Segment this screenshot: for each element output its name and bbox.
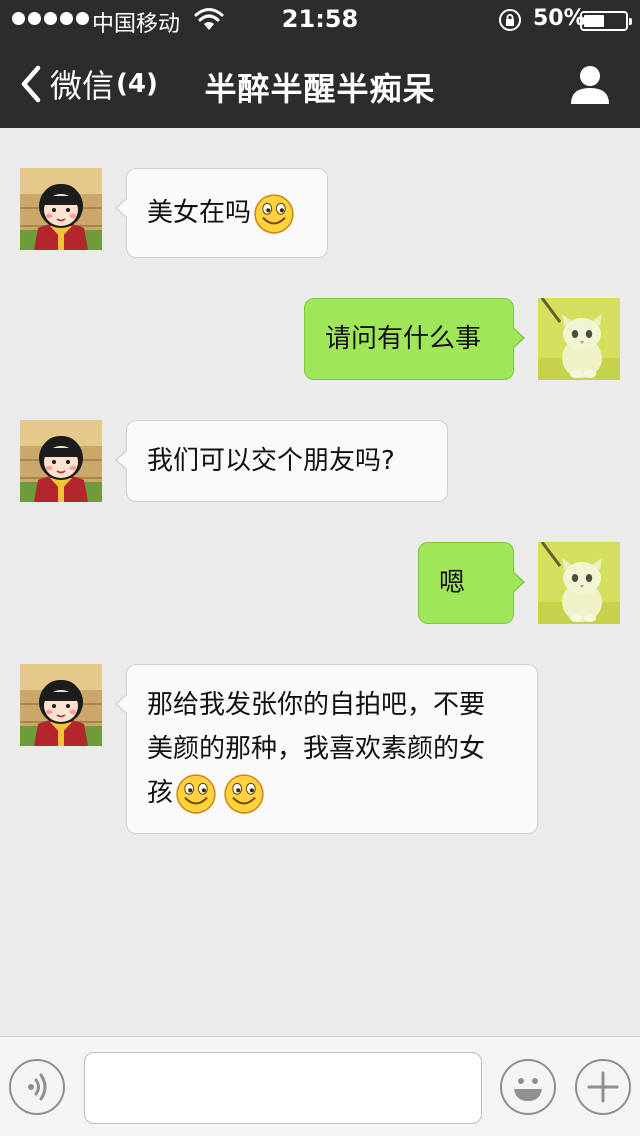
- back-button[interactable]: 微信 (4): [16, 60, 158, 108]
- smiley-emoji-icon: [253, 193, 295, 235]
- rotation-lock-icon: [499, 9, 521, 31]
- message-text: 我们可以交个朋友吗?: [147, 446, 395, 476]
- message-text-line: 美颜的那种，我喜欢素颜的女: [147, 734, 486, 764]
- voice-button[interactable]: [9, 1059, 65, 1115]
- message-list[interactable]: 美女在吗 请问有什么事 我们可以交个朋友吗? 嗯 那给我发张你的自拍吧，不要 美…: [0, 128, 640, 1036]
- plus-icon: [587, 1071, 619, 1103]
- input-bar: [0, 1036, 640, 1136]
- top-bar: 中国移动 21:58 50% 微信 (4) 半醉半醒半痴呆: [0, 0, 640, 128]
- person-icon[interactable]: [568, 62, 612, 106]
- smiley-emoji-icon: [223, 773, 265, 815]
- contact-avatar[interactable]: [20, 168, 102, 250]
- message-input[interactable]: [84, 1052, 482, 1124]
- back-label: 微信: [50, 67, 115, 105]
- my-avatar[interactable]: [538, 298, 620, 380]
- contact-avatar[interactable]: [20, 664, 102, 746]
- message-text-line: 那给我发张你的自拍吧，不要: [147, 690, 486, 720]
- message-bubble[interactable]: 美女在吗: [115, 168, 328, 258]
- chat-screen: 中国移动 21:58 50% 微信 (4) 半醉半醒半痴呆 美女在吗 请问有什么…: [0, 0, 640, 1136]
- battery-icon: [580, 11, 632, 31]
- message-bubble[interactable]: 请问有什么事: [304, 298, 525, 380]
- battery-percent: 50%: [533, 6, 586, 31]
- chevron-left-icon: [21, 65, 41, 103]
- emoji-button[interactable]: [500, 1059, 556, 1115]
- message-bubble[interactable]: 我们可以交个朋友吗?: [115, 420, 448, 502]
- chat-title: 半醉半醒半痴呆: [204, 70, 436, 108]
- status-bar: 中国移动 21:58 50%: [0, 0, 640, 40]
- message-text-line: 孩: [147, 778, 174, 808]
- message-bubble[interactable]: 嗯: [418, 542, 525, 624]
- message-text: 请问有什么事: [325, 324, 482, 354]
- message-bubble[interactable]: 那给我发张你的自拍吧，不要 美颜的那种，我喜欢素颜的女 孩: [115, 664, 538, 834]
- battery-nub: [629, 18, 632, 25]
- smiley-emoji-icon: [175, 773, 217, 815]
- voice-icon: [28, 1073, 47, 1101]
- message-text-line-with-emoji: 孩: [147, 771, 517, 815]
- message-text: 美女在吗: [147, 198, 252, 228]
- smiley-icon: [514, 1078, 542, 1101]
- battery-level: [584, 15, 604, 27]
- message-text: 嗯: [439, 568, 466, 598]
- contact-avatar[interactable]: [20, 420, 102, 502]
- my-avatar[interactable]: [538, 542, 620, 624]
- plus-button[interactable]: [575, 1059, 631, 1115]
